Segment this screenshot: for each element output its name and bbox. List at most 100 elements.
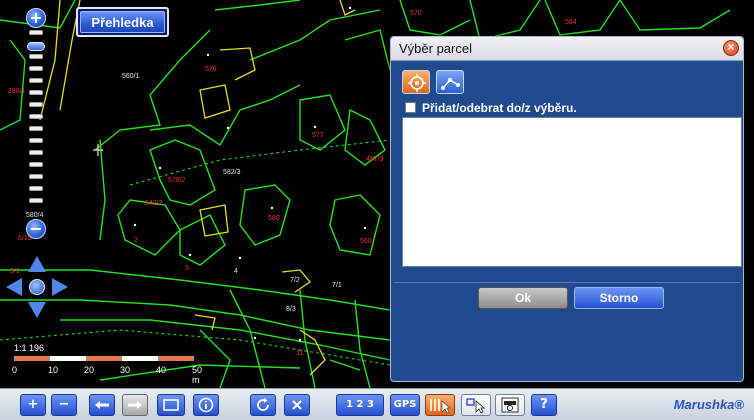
bottom-toolbar: + − 1 2 3 GPS ? Marushka® bbox=[0, 388, 754, 420]
zoom-slider-thumb[interactable] bbox=[27, 42, 45, 51]
pan-center-button[interactable] bbox=[29, 279, 45, 295]
back-icon bbox=[95, 401, 109, 409]
zoom-slider-tick[interactable] bbox=[29, 198, 43, 203]
parcel-label: 2 bbox=[134, 237, 138, 244]
dialog-divider bbox=[394, 282, 740, 283]
help-icon: ? bbox=[540, 397, 548, 412]
zoom-slider-tick[interactable] bbox=[29, 90, 43, 95]
forward-button[interactable] bbox=[122, 394, 148, 416]
parcel-label: 7/2 bbox=[290, 277, 300, 284]
gps-icon: GPS bbox=[393, 399, 417, 410]
parcel-label: 560 bbox=[360, 238, 372, 245]
pan-right-icon[interactable] bbox=[52, 278, 68, 296]
info-icon bbox=[198, 397, 214, 413]
scale-tick-label: 10 bbox=[48, 365, 59, 375]
select-line-button[interactable] bbox=[436, 70, 464, 94]
back-button[interactable] bbox=[89, 394, 115, 416]
pdf-export-icon bbox=[501, 397, 519, 413]
scale-bar: 1:1 196 0 10 20 30 40 50 m bbox=[10, 343, 202, 385]
parcel-label: 582/3 bbox=[223, 169, 241, 176]
scale-tick-label: 30 bbox=[120, 365, 131, 375]
pdf-export-button[interactable] bbox=[495, 394, 525, 416]
zoom-out-tool-button[interactable]: − bbox=[51, 394, 77, 416]
cursor-select-icon bbox=[466, 398, 486, 413]
zoom-in-button[interactable]: + bbox=[26, 8, 46, 28]
pan-down-icon[interactable] bbox=[28, 302, 46, 318]
zoom-slider-tick[interactable] bbox=[29, 102, 43, 107]
scale-select-icon: 1 2 3 bbox=[346, 399, 374, 410]
parcel-label: 564 bbox=[565, 19, 577, 26]
overview-button-label: Přehledka bbox=[80, 11, 165, 33]
scale-ratio: 1:1 196 bbox=[14, 343, 45, 353]
scale-bar-segment bbox=[50, 356, 86, 361]
parcel-label: 11 bbox=[296, 350, 304, 357]
parcel-select-icon bbox=[430, 399, 451, 413]
polyline-icon bbox=[441, 78, 460, 90]
scale-tick-label: 50 m bbox=[192, 365, 203, 385]
zoom-rect-icon bbox=[163, 399, 179, 411]
zoom-in-icon: + bbox=[27, 397, 39, 412]
parcel-label: 542/2 bbox=[145, 200, 163, 207]
close-icon[interactable]: × bbox=[723, 40, 739, 56]
brand-logo: Marushka® bbox=[673, 397, 744, 412]
zoom-slider-tick[interactable] bbox=[29, 186, 43, 191]
info-button[interactable] bbox=[193, 394, 219, 416]
pan-up-icon[interactable] bbox=[28, 256, 46, 272]
parcel-selection-dialog: Výběr parcel × Přidat/odebrat do/z výběr… bbox=[390, 36, 744, 382]
zoom-slider-tick[interactable] bbox=[29, 138, 43, 143]
ok-button[interactable]: Ok bbox=[478, 287, 568, 309]
zoom-slider-tick[interactable] bbox=[29, 78, 43, 83]
toggle-selection-label: Přidat/odebrat do/z výběru. bbox=[422, 101, 577, 115]
clear-icon bbox=[292, 400, 302, 410]
refresh-icon bbox=[257, 398, 269, 411]
zoom-slider-tick[interactable] bbox=[29, 54, 43, 59]
zoom-slider-tick[interactable] bbox=[29, 126, 43, 131]
zoom-slider-tick[interactable] bbox=[29, 162, 43, 167]
refresh-button[interactable] bbox=[250, 394, 276, 416]
parcel-label: 8/3 bbox=[286, 306, 296, 313]
cancel-button[interactable]: Storno bbox=[574, 287, 664, 309]
clear-button[interactable] bbox=[284, 394, 310, 416]
zoom-slider-tick[interactable] bbox=[29, 150, 43, 155]
zoom-slider-tick[interactable] bbox=[29, 30, 43, 35]
scale-bar-segment bbox=[158, 356, 194, 361]
zoom-in-tool-button[interactable]: + bbox=[20, 394, 46, 416]
parcel-label: 577 bbox=[312, 132, 324, 139]
parcel-label: 497/3 bbox=[366, 156, 384, 163]
parcel-label: 288/1 bbox=[8, 88, 26, 95]
parcel-label: 580 bbox=[268, 215, 280, 222]
cursor-select-button[interactable] bbox=[461, 394, 491, 416]
parcel-label: 3 bbox=[185, 265, 189, 272]
parcel-label: 576 bbox=[205, 66, 217, 73]
scale-tick-label: 20 bbox=[84, 365, 95, 375]
scale-bar-segments bbox=[14, 356, 194, 361]
zoom-out-icon: − bbox=[58, 397, 70, 412]
select-point-button[interactable] bbox=[402, 70, 430, 94]
help-button[interactable]: ? bbox=[531, 394, 557, 416]
scale-tick-label: 0 bbox=[12, 365, 18, 375]
zoom-slider-tick[interactable] bbox=[29, 174, 43, 179]
pan-control bbox=[6, 256, 68, 318]
parcel-label: 4 bbox=[234, 268, 238, 275]
dialog-titlebar[interactable]: Výběr parcel × bbox=[391, 37, 743, 61]
zoom-slider[interactable] bbox=[27, 30, 45, 216]
parcel-select-button[interactable] bbox=[425, 394, 455, 416]
gps-button[interactable]: GPS bbox=[390, 394, 420, 416]
zoom-slider-tick[interactable] bbox=[29, 66, 43, 71]
overview-button[interactable]: Přehledka bbox=[76, 7, 169, 37]
toggle-selection-checkbox[interactable] bbox=[405, 102, 416, 113]
zoom-out-button[interactable]: − bbox=[26, 219, 46, 239]
selected-parcels-list[interactable] bbox=[402, 117, 742, 267]
crosshair-icon bbox=[408, 74, 426, 92]
parcel-label: 7/1 bbox=[332, 282, 342, 289]
zoom-slider-tick[interactable] bbox=[29, 114, 43, 119]
scale-select-button[interactable]: 1 2 3 bbox=[336, 394, 384, 416]
forward-icon bbox=[128, 401, 142, 409]
scale-bar-segment bbox=[14, 356, 50, 361]
scale-bar-segment bbox=[122, 356, 158, 361]
parcel-label: 578/2 bbox=[168, 177, 186, 184]
dialog-title: Výběr parcel bbox=[399, 41, 472, 56]
pan-left-icon[interactable] bbox=[6, 278, 22, 296]
zoom-rect-button[interactable] bbox=[157, 394, 185, 416]
scale-bar-segment bbox=[86, 356, 122, 361]
